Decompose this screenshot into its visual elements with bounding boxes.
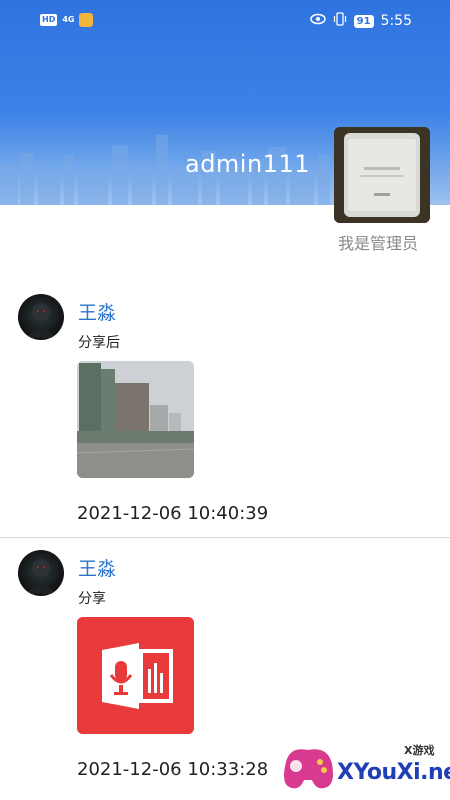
profile-role: 我是管理员 [338, 234, 419, 253]
post-image[interactable] [77, 361, 194, 478]
post-author-avatar[interactable] [18, 550, 64, 596]
person-avatar-icon [26, 303, 56, 338]
profile-avatar[interactable] [334, 127, 430, 223]
site-watermark: X游戏 XYouXi.net [280, 738, 450, 800]
building-photo [77, 361, 194, 478]
clock: 5:55 [380, 13, 412, 29]
notification-app-icon [79, 13, 94, 27]
profile-username: admin111 [184, 150, 310, 178]
eye-icon [309, 13, 326, 29]
hd-indicator: HD [40, 14, 58, 26]
post-image[interactable] [77, 617, 194, 734]
post-timestamp: 2021-12-06 10:40:39 [77, 503, 269, 524]
status-bar: HD 4G 91 5:55 [0, 0, 450, 44]
network-indicator: 4G [62, 15, 75, 24]
audio-document-app-icon [77, 617, 194, 734]
post-author-avatar[interactable] [18, 294, 64, 340]
phone-photo-avatar-icon [334, 127, 430, 223]
watermark-site: XYouXi.net [337, 760, 450, 785]
vibrate-icon [333, 12, 347, 30]
watermark-tag: X游戏 [404, 744, 435, 757]
post-text: 分享后 [78, 335, 120, 351]
gamepad-logo-icon [284, 749, 333, 789]
post-author-name[interactable]: 王淼 [78, 298, 116, 325]
post-divider [0, 537, 450, 538]
person-avatar-icon [26, 559, 56, 594]
post-text: 分享 [78, 591, 106, 607]
post-timestamp: 2021-12-06 10:33:28 [77, 759, 269, 780]
battery-icon: 91 [353, 14, 374, 28]
post-author-name[interactable]: 王淼 [78, 554, 116, 581]
